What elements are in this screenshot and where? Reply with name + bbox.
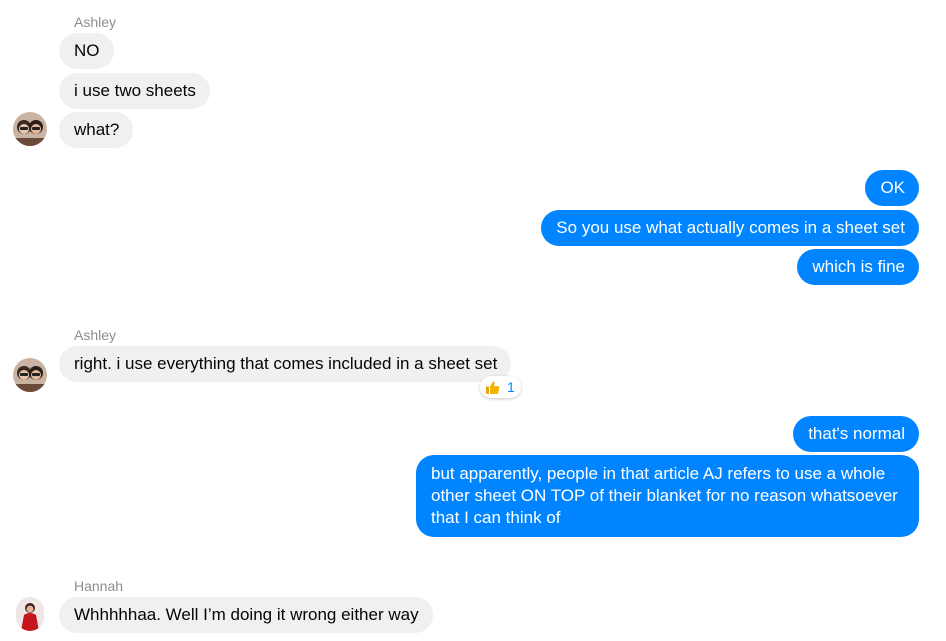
message-bubble-outgoing[interactable]: So you use what actually comes in a shee… [541, 210, 919, 246]
sender-name-hannah: Hannah [74, 578, 124, 594]
reaction-badge[interactable]: 1 [480, 376, 521, 398]
message-bubble-outgoing[interactable]: that's normal [793, 416, 919, 452]
message-bubble-outgoing[interactable]: OK [865, 170, 919, 206]
sender-name-ashley: Ashley [74, 327, 117, 343]
thumbs-up-icon [485, 380, 500, 395]
sender-name-ashley: Ashley [74, 14, 117, 30]
reaction-count: 1 [507, 379, 515, 395]
avatar[interactable] [13, 358, 47, 392]
message-bubble-incoming[interactable]: right. i use everything that comes inclu… [59, 346, 512, 382]
avatar[interactable] [16, 597, 44, 631]
message-bubble-incoming[interactable]: i use two sheets [59, 73, 210, 109]
message-bubble-outgoing[interactable]: but apparently, people in that article A… [416, 455, 919, 537]
message-bubble-outgoing[interactable]: which is fine [797, 249, 919, 285]
message-bubble-incoming[interactable]: Whhhhhaa. Well I’m doing it wrong either… [59, 597, 433, 633]
message-bubble-incoming[interactable]: NO [59, 33, 114, 69]
avatar[interactable] [13, 112, 47, 146]
message-bubble-incoming[interactable]: what? [59, 112, 134, 148]
